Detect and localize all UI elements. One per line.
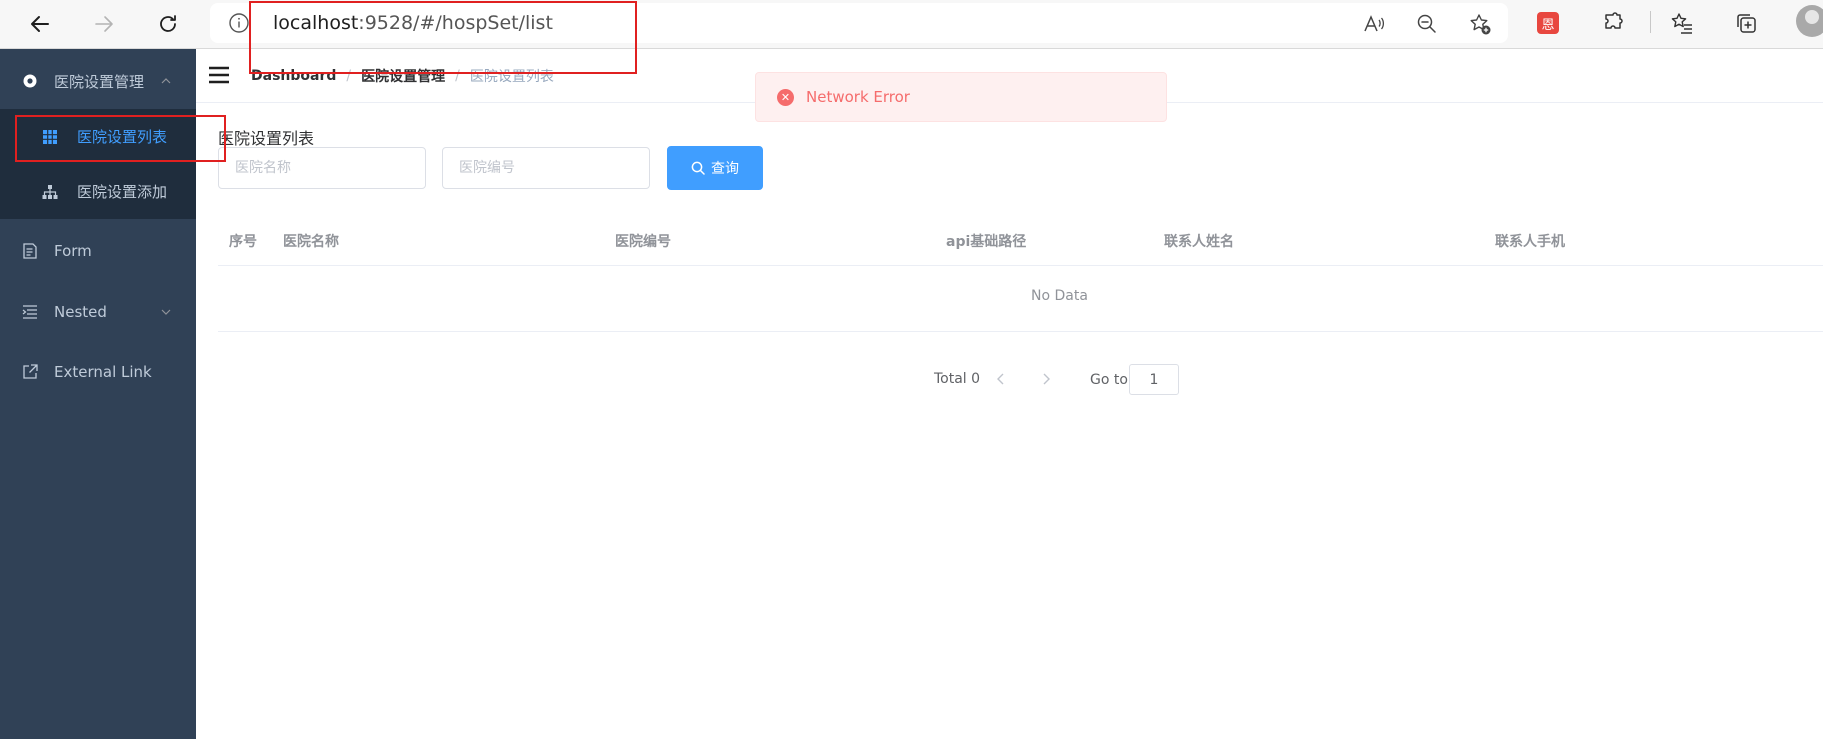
favorites-list-icon — [1671, 13, 1692, 34]
table-header: 序号 医院名称 医院编号 api基础路径 联系人姓名 联系人手机 — [218, 215, 1823, 266]
column-header: 医院名称 — [283, 234, 339, 250]
sidebar-item-external-link[interactable]: External Link — [0, 344, 196, 400]
sidebar-item-label: 医院设置添加 — [77, 183, 168, 201]
add-favorite-icon[interactable] — [1468, 12, 1492, 36]
extension-button[interactable]: 恩 — [1534, 9, 1562, 37]
column-header: 序号 — [229, 234, 257, 250]
chevron-down-icon — [161, 309, 171, 315]
prev-page-icon[interactable] — [994, 372, 1008, 386]
nested-icon — [22, 304, 38, 320]
form-icon — [22, 243, 38, 259]
goto-page-input[interactable] — [1129, 364, 1179, 395]
extension-badge: 恩 — [1537, 12, 1559, 34]
hamburger-menu-icon[interactable] — [208, 65, 230, 85]
arrow-left-icon — [31, 16, 49, 32]
empty-text: No Data — [1031, 288, 1088, 304]
hospital-name-input[interactable] — [218, 147, 426, 189]
pagination-total: Total 0 — [934, 371, 981, 387]
hospital-code-input[interactable] — [442, 147, 650, 189]
favorites-button[interactable] — [1668, 9, 1696, 37]
page-title: 医院设置列表 — [218, 129, 315, 148]
search-button-label: 查询 — [711, 161, 739, 177]
annotation-box-url — [249, 1, 637, 74]
sidebar-item-hospital-add[interactable]: 医院设置添加 — [0, 164, 196, 219]
hospital-table: 序号 医院名称 医院编号 api基础路径 联系人姓名 联系人手机 No Data — [218, 215, 1823, 332]
puzzle-icon — [1605, 12, 1623, 29]
annotation-box-sidebar-item — [15, 115, 226, 162]
goto-label: Go to — [1090, 372, 1128, 388]
sidebar-item-label: External Link — [54, 363, 152, 381]
column-header: 联系人姓名 — [1164, 234, 1234, 250]
back-button[interactable] — [25, 9, 55, 39]
collections-button[interactable] — [1732, 9, 1760, 37]
profile-avatar[interactable] — [1796, 5, 1823, 37]
next-page-icon[interactable] — [1039, 372, 1053, 386]
error-toast: ✕ Network Error — [755, 72, 1167, 122]
info-icon[interactable] — [228, 12, 250, 34]
sidebar-item-nested[interactable]: Nested — [0, 284, 196, 340]
external-link-icon — [22, 364, 38, 380]
collections-icon — [1737, 14, 1756, 33]
toolbar-divider — [1650, 11, 1651, 33]
forward-button[interactable] — [89, 9, 119, 39]
read-aloud-icon[interactable] — [1362, 12, 1386, 36]
sidebar-group-label: 医院设置管理 — [54, 72, 145, 91]
search-icon — [691, 161, 705, 175]
column-header: 医院编号 — [615, 234, 671, 250]
gear-icon — [22, 73, 38, 89]
table-empty-row: No Data — [218, 266, 1823, 332]
search-button[interactable]: 查询 — [667, 146, 763, 190]
extensions-button[interactable] — [1599, 9, 1627, 37]
tree-icon — [42, 184, 58, 200]
chevron-up-icon — [161, 78, 171, 84]
sidebar-group-hospital-settings[interactable]: 医院设置管理 — [0, 53, 196, 109]
arrow-right-icon — [95, 16, 113, 32]
sidebar-item-label: Nested — [54, 303, 107, 321]
toast-message: Network Error — [806, 88, 910, 106]
refresh-button[interactable] — [153, 9, 183, 39]
zoom-out-icon[interactable] — [1415, 12, 1439, 36]
column-header: api基础路径 — [946, 234, 1027, 250]
refresh-icon — [160, 15, 176, 32]
error-circle-icon: ✕ — [777, 89, 794, 106]
sidebar-item-label: Form — [54, 242, 92, 260]
sidebar-item-form[interactable]: Form — [0, 223, 196, 279]
column-header: 联系人手机 — [1495, 234, 1565, 250]
